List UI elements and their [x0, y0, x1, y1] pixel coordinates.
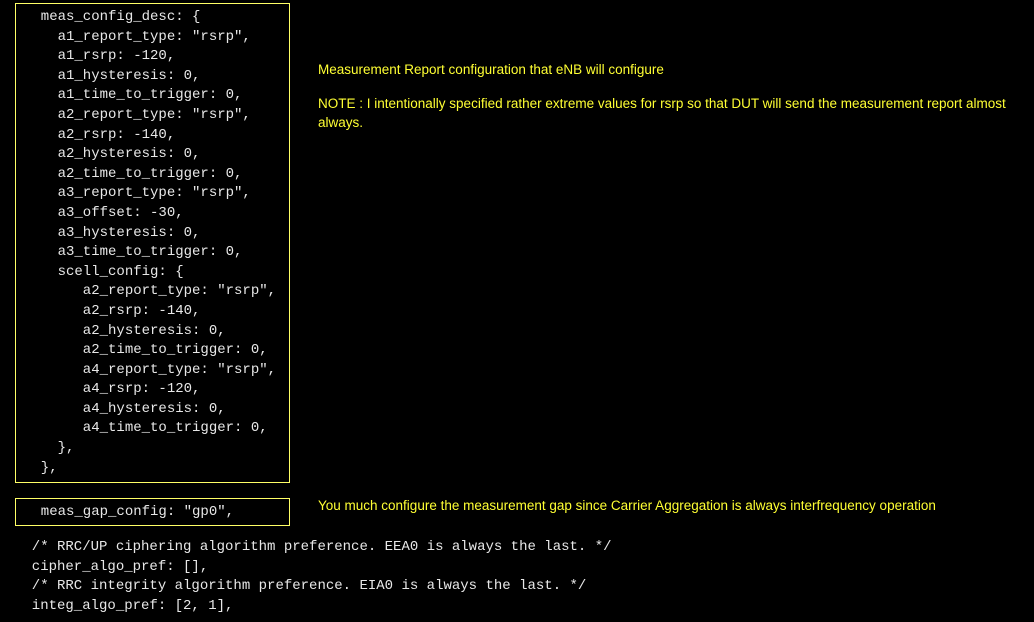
bottom-code-block: /* RRC/UP ciphering algorithm preference… — [15, 538, 612, 616]
annotation-meas-config-line1: Measurement Report configuration that eN… — [318, 60, 1008, 80]
annotation-meas-config-note: NOTE : I intentionally specified rather … — [318, 94, 1008, 133]
meas-gap-config-code: meas_gap_config: "gp0", — [16, 499, 289, 527]
annotation-meas-gap: You much configure the measurement gap s… — [318, 496, 1008, 516]
annotation-meas-config: Measurement Report configuration that eN… — [318, 60, 1008, 133]
meas-config-desc-code: meas_config_desc: { a1_report_type: "rsr… — [16, 4, 289, 482]
